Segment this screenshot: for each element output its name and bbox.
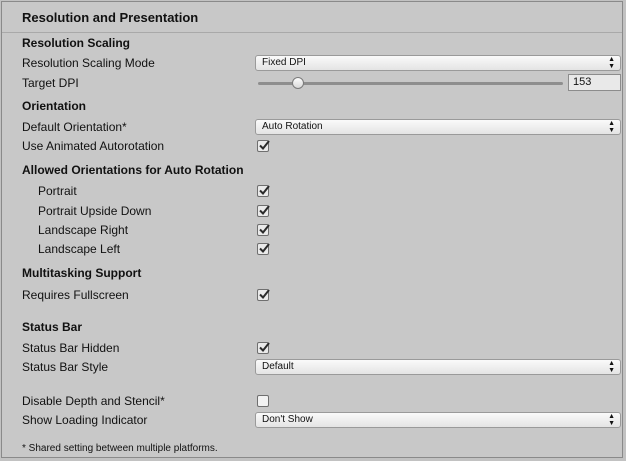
landscape-left-checkbox[interactable] <box>257 243 270 255</box>
updown-arrow-icon: ▲ ▼ <box>608 413 615 427</box>
status-bar-style-value: Default <box>262 361 294 372</box>
footnote: * Shared setting between multiple platfo… <box>22 443 218 454</box>
checkmark-icon <box>259 342 270 352</box>
landscape-right-checkbox[interactable] <box>257 224 270 236</box>
checkmark-icon <box>259 243 270 253</box>
section-status-bar: Status Bar <box>22 320 83 334</box>
target-dpi-label: Target DPI <box>22 76 79 90</box>
requires-fullscreen-label: Requires Fullscreen <box>22 288 129 302</box>
checkmark-icon <box>259 185 270 195</box>
animated-autorotation-label: Use Animated Autorotation <box>22 139 165 153</box>
status-bar-style-dropdown[interactable]: Default ▲ ▼ <box>255 359 621 375</box>
default-orientation-value: Auto Rotation <box>262 121 323 132</box>
status-bar-hidden-label: Status Bar Hidden <box>22 341 120 355</box>
updown-arrow-icon: ▲ ▼ <box>608 120 615 134</box>
checkmark-icon <box>259 205 270 215</box>
checkmark-icon <box>259 224 270 234</box>
default-orientation-dropdown[interactable]: Auto Rotation ▲ ▼ <box>255 119 621 135</box>
section-allowed-orientations: Allowed Orientations for Auto Rotation <box>22 163 244 177</box>
updown-arrow-icon: ▲ ▼ <box>608 360 615 374</box>
portrait-upside-down-checkbox[interactable] <box>257 205 270 217</box>
resolution-scaling-mode-dropdown[interactable]: Fixed DPI ▲ ▼ <box>255 55 621 71</box>
status-bar-style-label: Status Bar Style <box>22 360 109 374</box>
animated-autorotation-checkbox[interactable] <box>257 140 270 152</box>
section-orientation: Orientation <box>22 99 87 113</box>
requires-fullscreen-checkbox[interactable] <box>257 289 270 301</box>
portrait-label: Portrait <box>38 184 77 198</box>
section-multitasking: Multitasking Support <box>22 266 142 280</box>
portrait-checkbox[interactable] <box>257 185 270 197</box>
resolution-scaling-mode-value: Fixed DPI <box>262 57 306 68</box>
default-orientation-label: Default Orientation* <box>22 120 127 134</box>
target-dpi-slider-track[interactable] <box>258 82 563 85</box>
disable-depth-stencil-label: Disable Depth and Stencil* <box>22 394 165 408</box>
checkmark-icon <box>259 289 270 299</box>
panel-header[interactable]: Resolution and Presentation <box>22 10 198 25</box>
landscape-right-label: Landscape Right <box>38 223 129 237</box>
show-loading-indicator-label: Show Loading Indicator <box>22 413 148 427</box>
target-dpi-field[interactable]: 153 <box>568 74 621 91</box>
resolution-presentation-panel: Resolution and Presentation Resolution S… <box>1 1 623 458</box>
section-resolution-scaling: Resolution Scaling <box>22 36 131 50</box>
header-divider <box>2 32 622 33</box>
show-loading-indicator-dropdown[interactable]: Don't Show ▲ ▼ <box>255 412 621 428</box>
status-bar-hidden-checkbox[interactable] <box>257 342 270 354</box>
disable-depth-stencil-checkbox[interactable] <box>257 395 269 407</box>
portrait-upside-down-label: Portrait Upside Down <box>38 204 152 218</box>
resolution-scaling-mode-label: Resolution Scaling Mode <box>22 56 155 70</box>
target-dpi-slider-thumb[interactable] <box>291 77 304 89</box>
show-loading-indicator-value: Don't Show <box>262 414 313 425</box>
updown-arrow-icon: ▲ ▼ <box>608 56 615 70</box>
checkmark-icon <box>259 140 270 150</box>
landscape-left-label: Landscape Left <box>38 242 121 256</box>
